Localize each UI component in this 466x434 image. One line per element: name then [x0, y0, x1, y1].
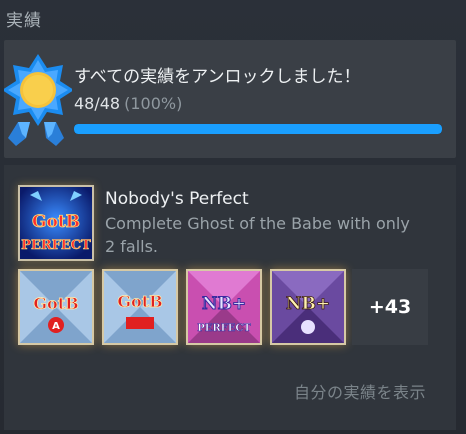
- gotb-perfect-icon[interactable]: GotB PERFECT: [18, 185, 94, 261]
- progress-bar: [74, 124, 442, 134]
- svg-text:GotB: GotB: [33, 294, 78, 313]
- achievement-icon-row: GotB A GotB NB+ PERFECT NB+ +43: [18, 269, 438, 345]
- more-achievements-count[interactable]: +43: [352, 269, 428, 345]
- progress-fill: [74, 124, 442, 134]
- achievements-panel: 実績 すべての実績をアンロックしました！ 48/48 (100%) GotB P…: [0, 0, 466, 434]
- achievement-summary-card[interactable]: すべての実績をアンロックしました！ 48/48 (100%): [4, 40, 456, 158]
- achievement-name: Nobody's Perfect: [105, 189, 249, 209]
- gotb-b-icon[interactable]: GotB: [102, 269, 178, 345]
- svg-text:A: A: [52, 321, 60, 332]
- achievement-detail-card: GotB PERFECT Nobody's Perfect Complete G…: [4, 165, 456, 430]
- percent-label: (100%): [124, 94, 183, 113]
- svg-text:NB+: NB+: [202, 294, 246, 314]
- count-value: 48/48: [74, 94, 121, 113]
- svg-text:GotB: GotB: [117, 292, 162, 311]
- achievement-count: 48/48 (100%): [74, 94, 182, 113]
- svg-text:PERFECT: PERFECT: [21, 238, 91, 253]
- svg-text:PERFECT: PERFECT: [197, 323, 251, 334]
- svg-text:NB+: NB+: [286, 294, 330, 314]
- achievement-description: Complete Ghost of the Babe with only 2 f…: [105, 214, 410, 256]
- view-my-achievements-link[interactable]: 自分の実績を表示: [294, 379, 426, 403]
- summary-title: すべての実績をアンロックしました！: [74, 67, 361, 87]
- sun-badge-icon: [4, 48, 72, 152]
- svg-text:GotB: GotB: [32, 212, 80, 232]
- gotb-a-icon[interactable]: GotB A: [18, 269, 94, 345]
- nb-plus-icon[interactable]: NB+: [270, 269, 346, 345]
- nb-perfect-icon[interactable]: NB+ PERFECT: [186, 269, 262, 345]
- section-title: 実績: [6, 11, 42, 31]
